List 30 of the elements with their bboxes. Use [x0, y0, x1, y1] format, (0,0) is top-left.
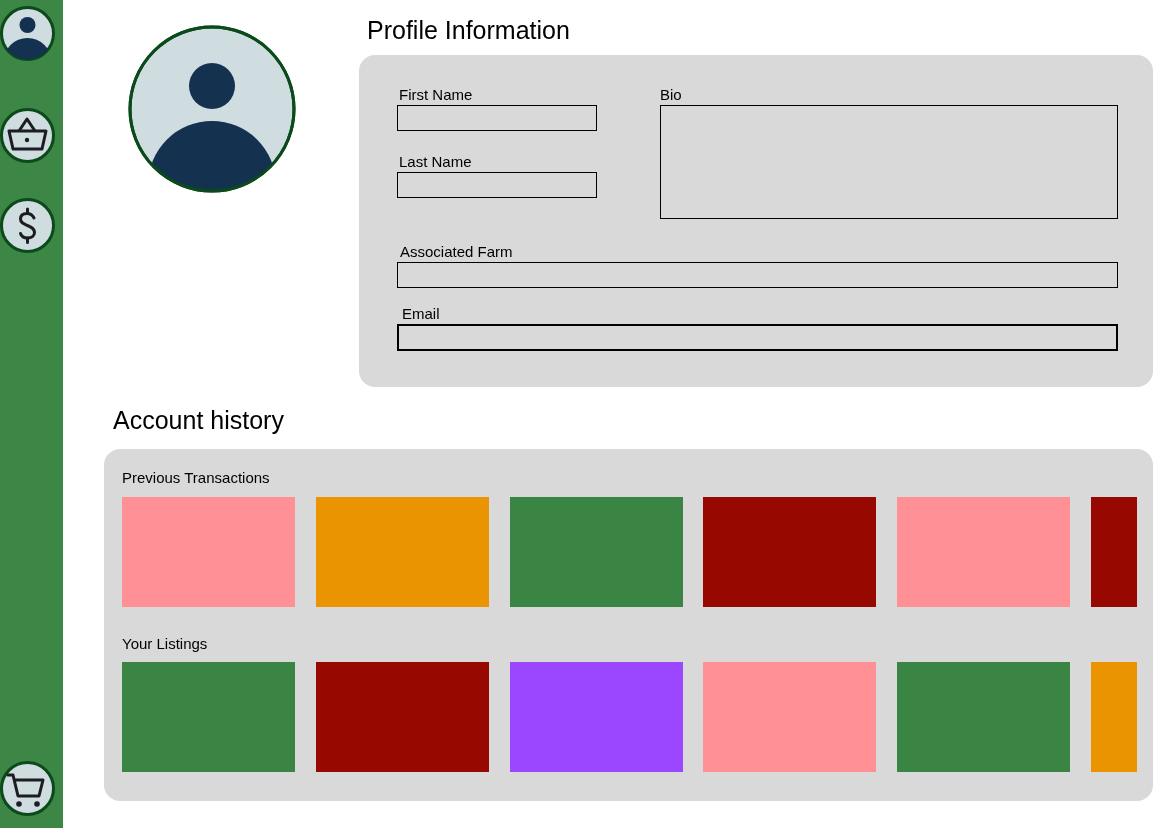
user-icon[interactable]: [0, 5, 56, 62]
listing-card[interactable]: [703, 662, 877, 772]
section-heading: Profile Information: [366, 15, 570, 46]
transaction-card[interactable]: [1091, 497, 1137, 607]
listing-card[interactable]: [509, 662, 683, 772]
section-heading: Account history: [113, 405, 284, 436]
text-field[interactable]: [397, 262, 1118, 288]
field-label: Bio: [660, 85, 682, 105]
transaction-card[interactable]: [122, 497, 295, 607]
bio-textarea[interactable]: [660, 105, 1118, 219]
listing-card[interactable]: [315, 662, 489, 772]
basket-icon[interactable]: [0, 107, 56, 164]
listing-card[interactable]: [897, 662, 1071, 772]
subsection-title: Previous Transactions: [122, 468, 270, 488]
transaction-card[interactable]: [315, 497, 489, 607]
cart-icon[interactable]: [0, 760, 56, 817]
field-label: First Name: [398, 85, 473, 105]
dollar-icon[interactable]: [0, 197, 56, 254]
text-field[interactable]: [397, 324, 1118, 351]
transaction-card[interactable]: [897, 497, 1071, 607]
field-label: Email: [401, 304, 440, 324]
listing-card[interactable]: [122, 662, 295, 772]
transaction-card[interactable]: [509, 497, 683, 607]
subsection-title: Your Listings: [122, 634, 208, 654]
text-field[interactable]: [397, 172, 597, 198]
listing-card[interactable]: [1091, 662, 1137, 772]
field-label: Associated Farm: [399, 242, 513, 262]
text-field[interactable]: [397, 105, 597, 131]
field-label: Last Name: [398, 152, 472, 172]
transaction-card[interactable]: [703, 497, 877, 607]
